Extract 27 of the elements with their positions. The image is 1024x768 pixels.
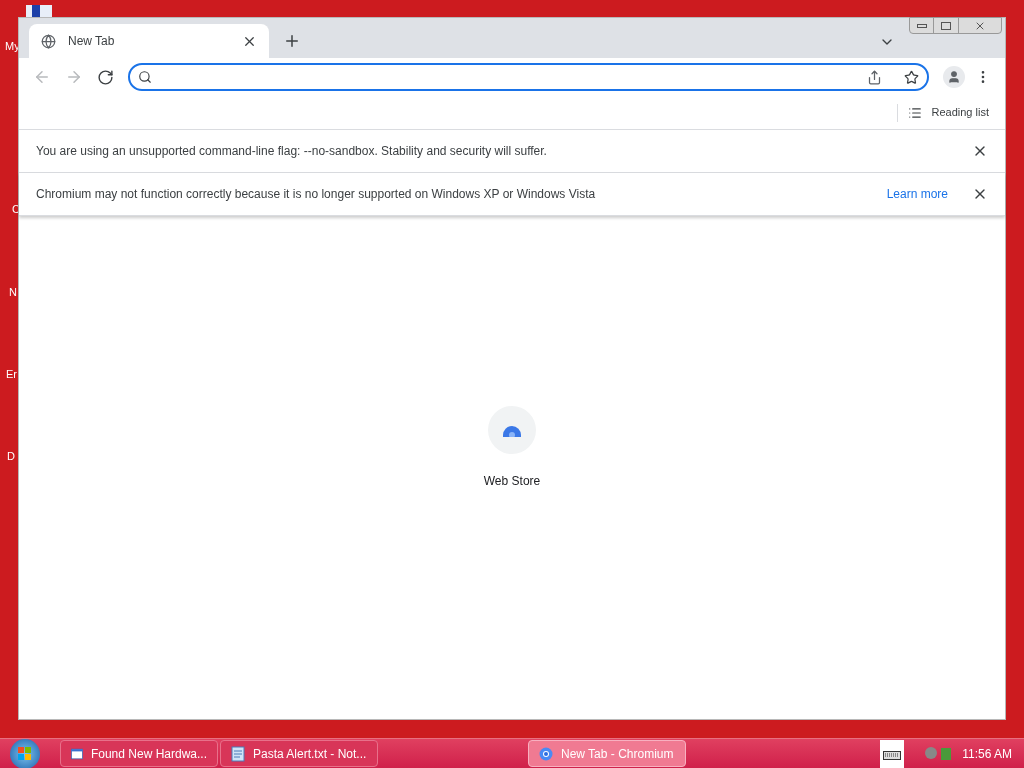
keyboard-button[interactable]	[880, 739, 905, 768]
infobar-message: You are using an unsupported command-line flag: --no-sandbox. Stability and security will suffer.	[36, 143, 548, 160]
taskbar-button[interactable]: Found New Hardwa...	[60, 740, 218, 767]
clock: 11:56 AM	[962, 745, 1012, 763]
profile-avatar[interactable]	[943, 66, 965, 88]
browser-tab[interactable]: New Tab	[29, 24, 269, 58]
window-icon	[71, 746, 83, 761]
desktop-icon-label[interactable]: N	[9, 284, 17, 301]
shortcut-tile[interactable]: Web Store	[483, 405, 541, 490]
infobar-message: Chromium may not function correctly because it is no longer supported on Windows XP or Windows Vista	[36, 186, 597, 203]
new-tab-icon[interactable]	[283, 32, 301, 50]
share-icon[interactable]	[867, 69, 882, 85]
taskbar-button[interactable]: Pasta Alert.txt - Not...	[220, 740, 378, 767]
star-icon[interactable]	[904, 69, 919, 85]
notepad-icon	[231, 745, 245, 762]
reload-icon[interactable]	[97, 68, 114, 86]
globe-icon	[41, 33, 56, 49]
windows-logo-icon	[18, 746, 32, 761]
start-button[interactable]	[10, 738, 40, 768]
chromium-icon	[539, 746, 553, 761]
desktop-icon-label[interactable]: D	[7, 448, 15, 465]
list-icon	[907, 105, 922, 120]
desktop-icon-label[interactable]: Er	[6, 366, 17, 383]
address-bar[interactable]	[128, 63, 929, 91]
learn-more-link[interactable]: Learn more	[886, 185, 948, 203]
search-icon	[138, 70, 152, 84]
reading-list-button[interactable]: Reading list	[907, 104, 989, 121]
